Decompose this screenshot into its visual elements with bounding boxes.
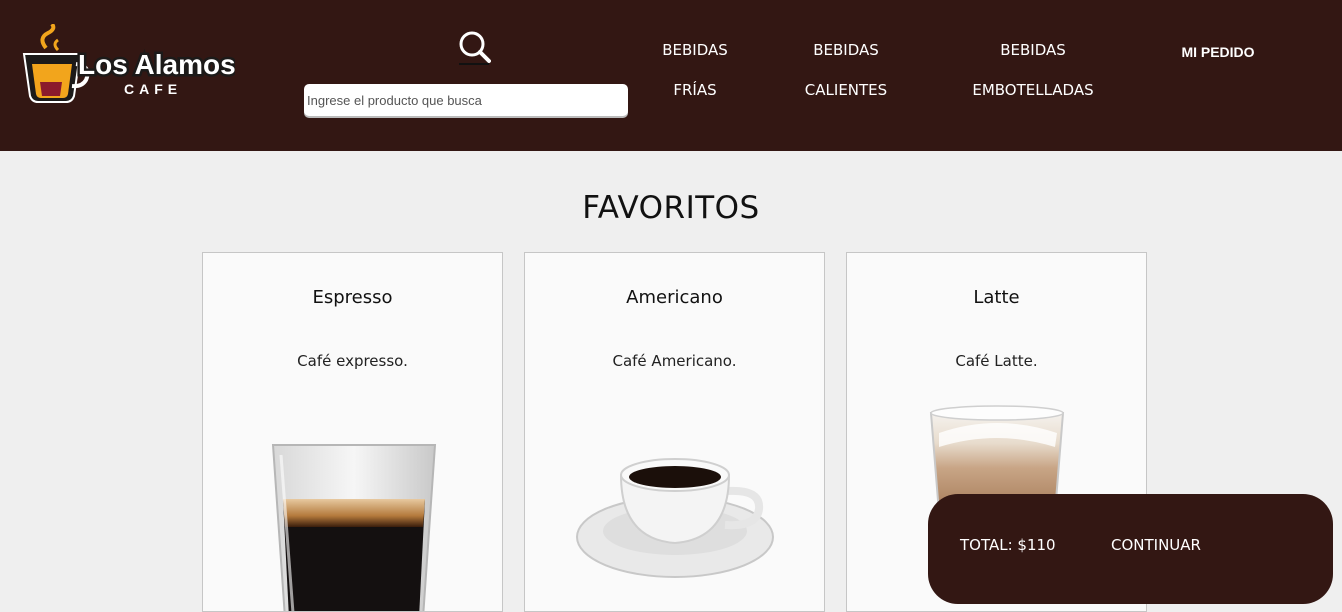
- espresso-glass-image: [203, 403, 502, 611]
- cart-total-bar: TOTAL: $110 CONTINUAR: [928, 494, 1333, 604]
- nav-bebidas-embotelladas[interactable]: BEBIDAS EMBOTELLADAS: [958, 30, 1108, 110]
- nav-label-line2: CALIENTES: [804, 81, 888, 99]
- product-card-americano[interactable]: Americano Café Americano.: [524, 252, 825, 612]
- los-alamos-cafe-logo[interactable]: Los Alamos Los Alamos CAFE: [10, 22, 238, 106]
- brand-name-text: Los Alamos: [78, 49, 235, 80]
- product-card-espresso[interactable]: Espresso Café expresso.: [202, 252, 503, 612]
- nav-label-line1: BEBIDAS: [662, 41, 728, 59]
- product-title: Espresso: [312, 287, 393, 308]
- section-title: FAVORITOS: [582, 190, 760, 226]
- my-order-link[interactable]: MI PEDIDO: [1172, 44, 1264, 60]
- nav-label-line2: FRÍAS: [673, 81, 717, 99]
- nav-label-line2: EMBOTELLADAS: [972, 81, 1094, 99]
- cart-total-label: TOTAL: $110: [960, 536, 1056, 554]
- nav-label-line1: BEBIDAS: [1000, 41, 1066, 59]
- product-title: Latte: [973, 287, 1020, 308]
- product-title: Americano: [626, 287, 723, 308]
- product-description: Café Latte.: [955, 352, 1038, 370]
- top-header: Los Alamos Los Alamos CAFE BEBIDAS FRÍAS…: [0, 0, 1342, 151]
- nav-bebidas-frias[interactable]: BEBIDAS FRÍAS: [650, 30, 740, 110]
- search-icon[interactable]: [457, 30, 491, 66]
- coffee-cup-saucer-image: [525, 403, 824, 611]
- nav-label-line1: BEBIDAS: [813, 41, 879, 59]
- product-description: Café expresso.: [297, 352, 408, 370]
- product-description: Café Americano.: [612, 352, 737, 370]
- search-input[interactable]: [304, 84, 628, 116]
- nav-bebidas-calientes[interactable]: BEBIDAS CALIENTES: [791, 30, 901, 110]
- continue-button[interactable]: CONTINUAR: [1111, 536, 1201, 554]
- brand-sub-text: CAFE: [124, 81, 182, 97]
